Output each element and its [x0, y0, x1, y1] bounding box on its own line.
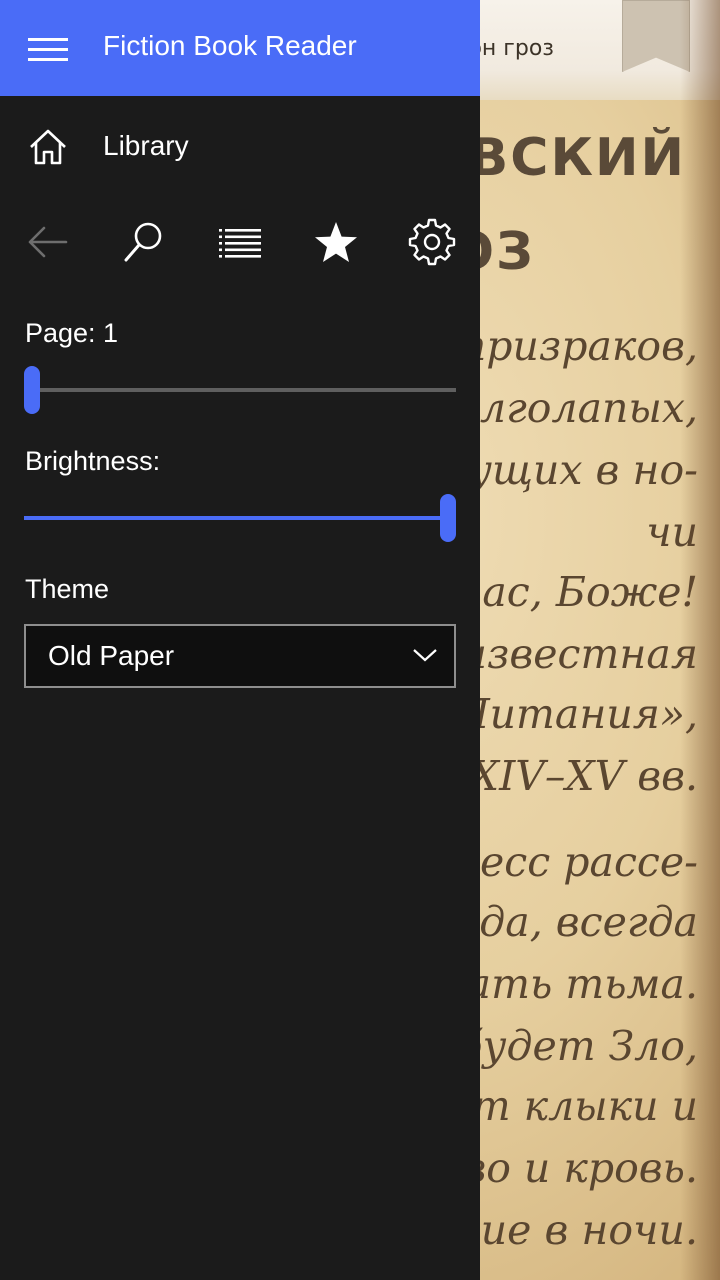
slider-track [24, 388, 456, 392]
book-text-line: ать тьма. [466, 960, 698, 1008]
book-text-line: во и кровь. [462, 1144, 698, 1192]
brightness-label: Brightness: [25, 446, 161, 476]
book-text-line: известная [460, 630, 698, 678]
book-text-line: Литания», [455, 690, 698, 738]
book-text-line: нас, Боже! [455, 568, 698, 616]
book-text-line: ущих в но- [468, 446, 698, 494]
navigation-pane: Fiction Book Reader Library Page: 1 Brig… [0, 0, 480, 1280]
hamburger-menu-button[interactable] [28, 38, 68, 62]
book-text-line: т клыки и [471, 1082, 698, 1130]
book-text-line: будет Зло, [457, 1022, 698, 1070]
theme-dropdown[interactable]: Old Paper [24, 624, 456, 688]
book-text-line: еда, всегда [455, 898, 698, 946]
hamburger-bar [28, 38, 68, 41]
hamburger-bar [28, 58, 68, 61]
app-title: Fiction Book Reader [103, 30, 357, 61]
theme-selected-value: Old Paper [48, 640, 175, 671]
gear-icon[interactable] [408, 218, 456, 266]
bookmark-ribbon[interactable] [622, 0, 690, 72]
book-title: он гроз [468, 36, 554, 61]
chevron-down-icon [413, 649, 437, 662]
brightness-slider[interactable] [24, 494, 456, 542]
pane-header: Fiction Book Reader [0, 0, 480, 96]
book-text-line: XIV–XV вв. [469, 752, 698, 800]
library-nav-item[interactable]: Library [0, 100, 480, 192]
book-text-line: призраков, [459, 322, 698, 370]
book-text-line: ресс рассе- [453, 838, 698, 886]
book-text-line: чи [646, 508, 698, 556]
star-icon[interactable] [312, 218, 360, 266]
library-label: Library [103, 130, 189, 161]
back-icon[interactable] [24, 218, 72, 266]
home-icon [30, 129, 66, 165]
book-text-line: олголапых, [455, 384, 698, 432]
reader-toolbar [0, 210, 480, 274]
search-icon[interactable] [120, 218, 168, 266]
theme-label: Theme [25, 574, 110, 604]
slider-thumb[interactable] [24, 366, 40, 414]
list-icon[interactable] [216, 218, 264, 266]
slider-fill [24, 516, 448, 520]
page-slider[interactable] [24, 366, 456, 414]
page-label: Page: 1 [25, 318, 119, 348]
hamburger-bar [28, 48, 68, 51]
slider-thumb[interactable] [440, 494, 456, 542]
